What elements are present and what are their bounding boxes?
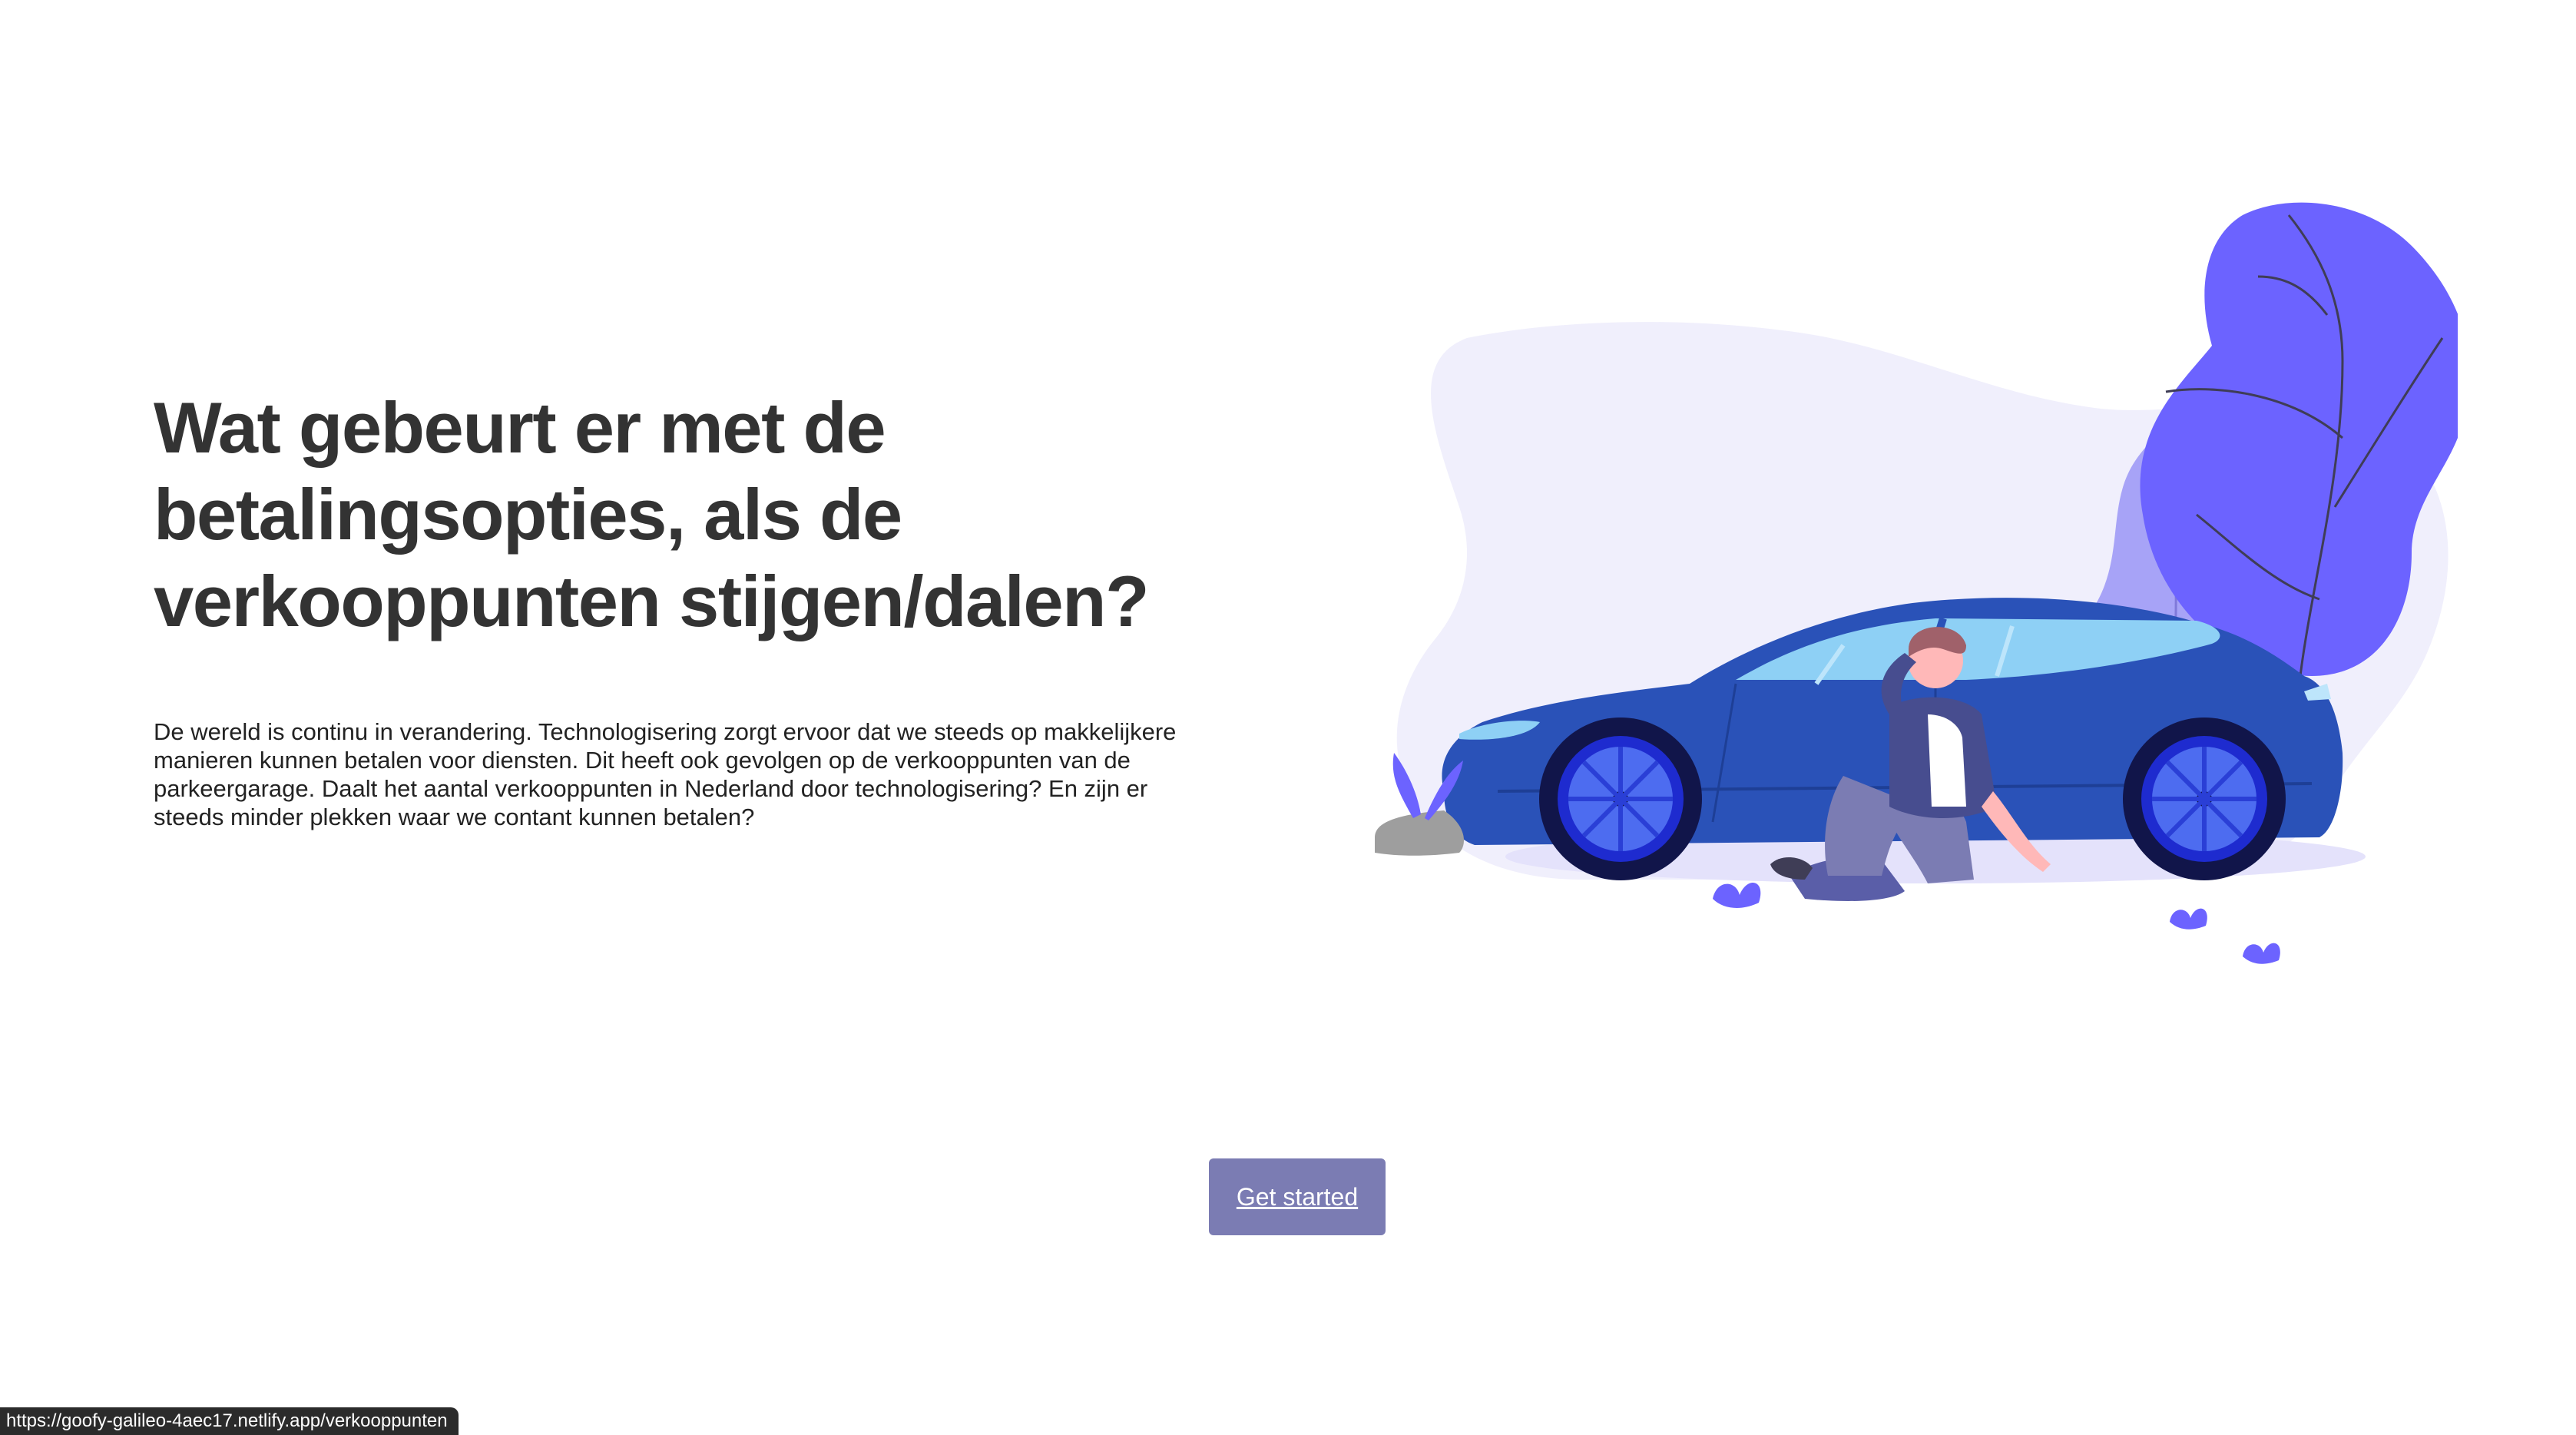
hero-description: De wereld is continu in verandering. Tec… bbox=[154, 718, 1177, 830]
page-title: Wat gebeurt er met de betalingsopties, a… bbox=[154, 387, 1150, 641]
hero-text: Wat gebeurt er met de betalingsopties, a… bbox=[154, 384, 1214, 831]
plant-small-2 bbox=[2170, 908, 2207, 930]
rock bbox=[1375, 810, 1464, 856]
plant-small-1 bbox=[1713, 882, 1761, 908]
get-started-button[interactable]: Get started bbox=[1209, 1158, 1386, 1235]
rear-wheel bbox=[2123, 718, 2286, 880]
status-bar-url: https://goofy-galileo-4aec17.netlify.app… bbox=[0, 1407, 459, 1435]
plant-small-3 bbox=[2243, 943, 2280, 964]
car-illustration bbox=[1375, 202, 2458, 964]
front-wheel bbox=[1539, 718, 1702, 880]
